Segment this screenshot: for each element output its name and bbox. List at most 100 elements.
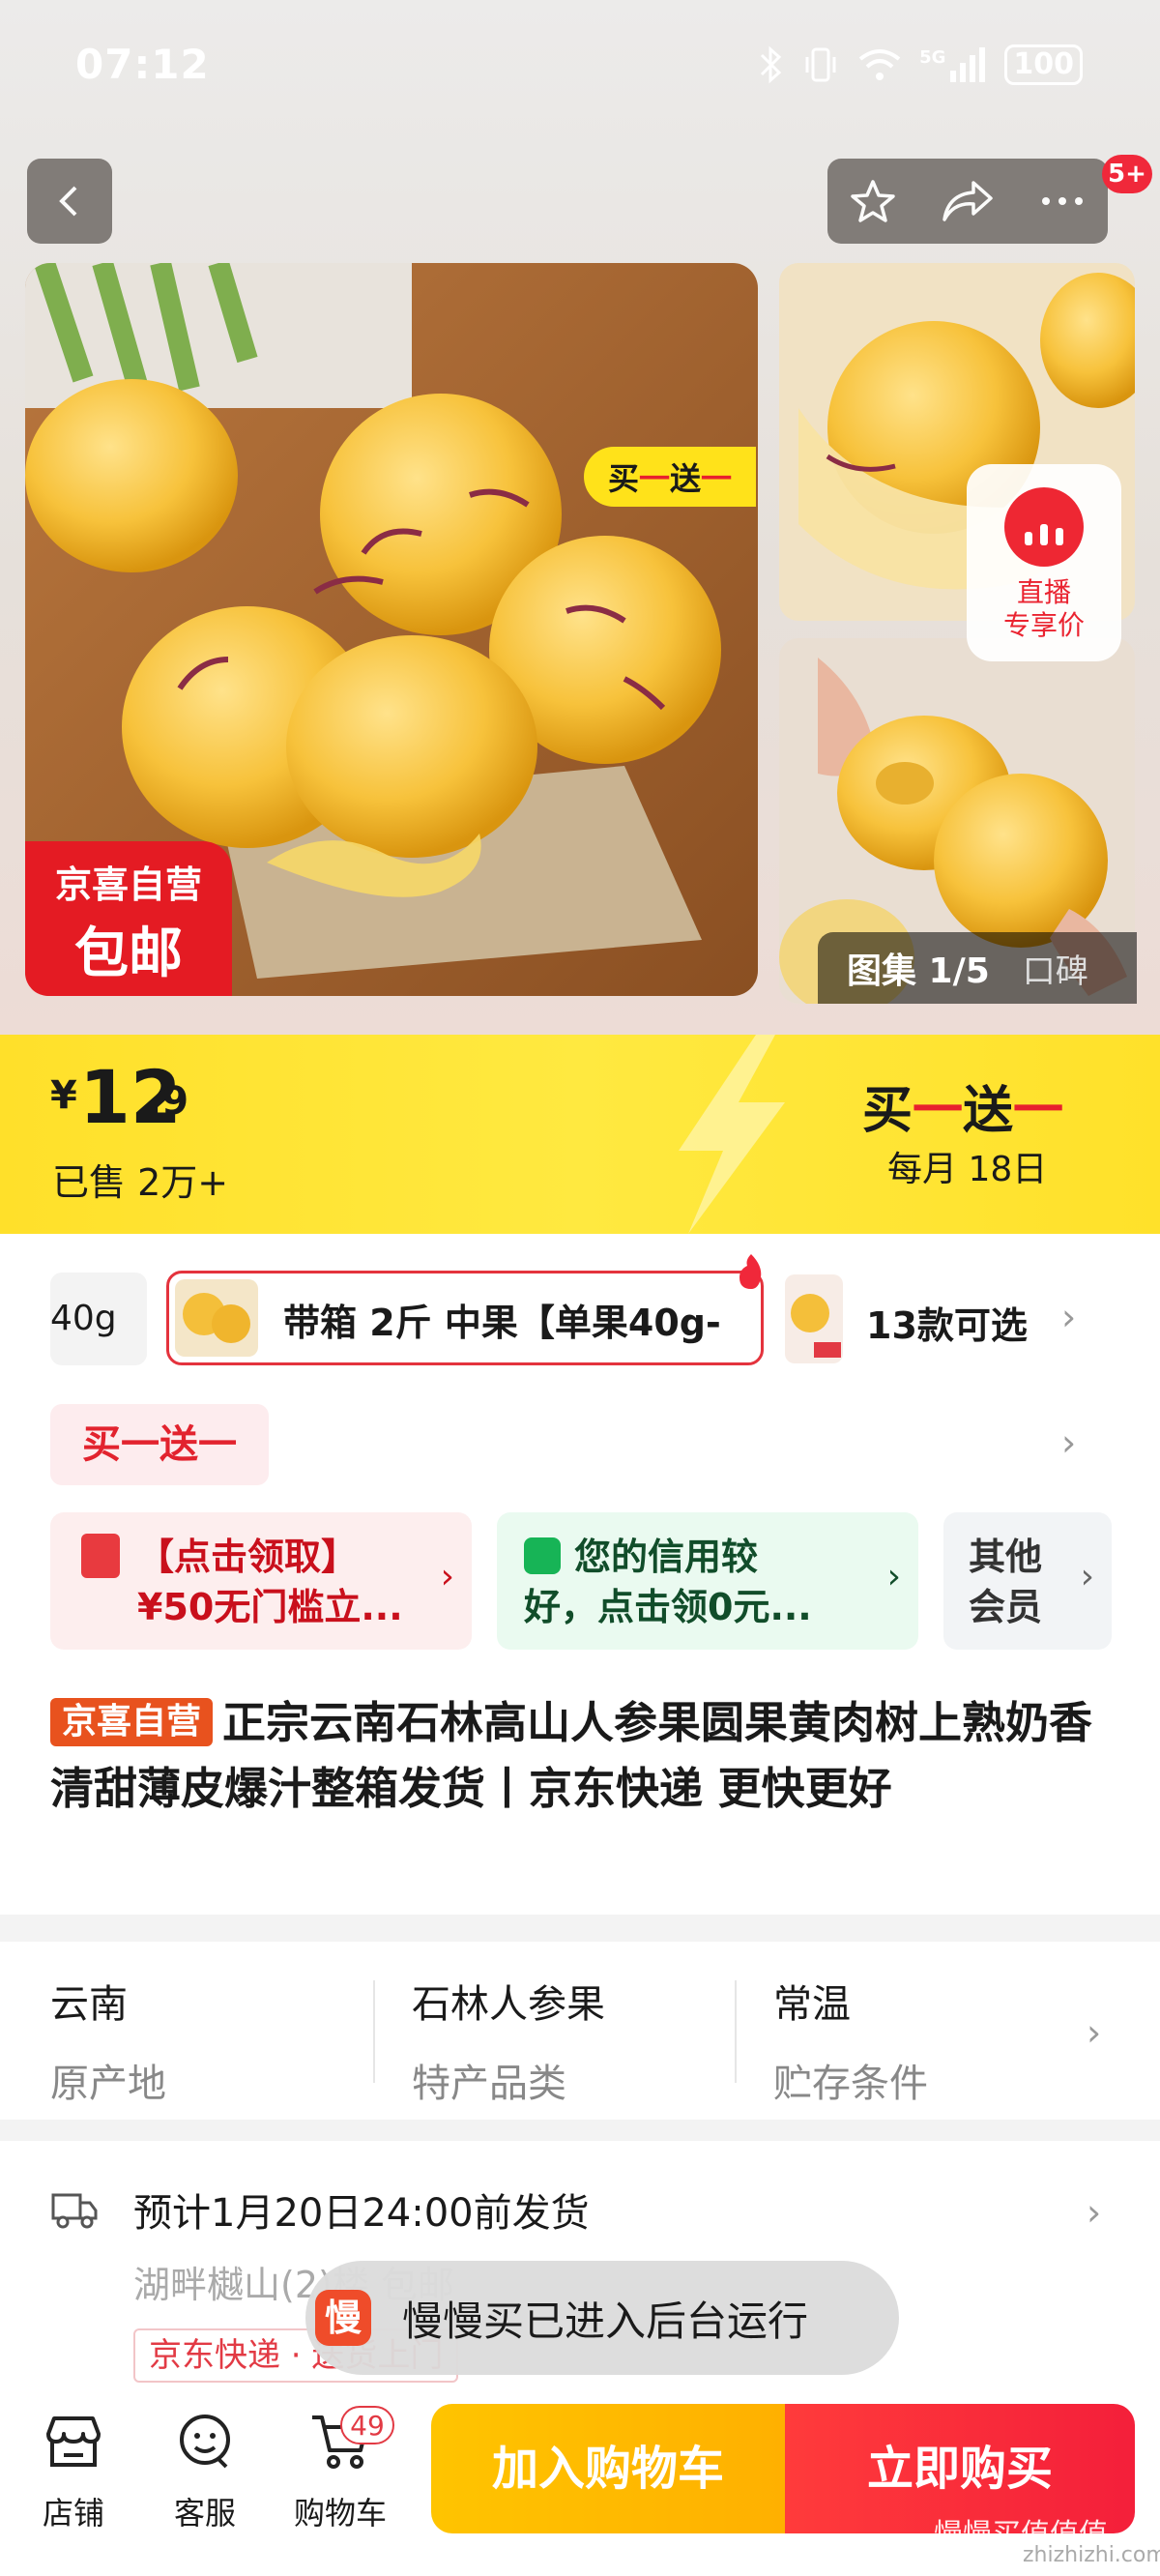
notification-badge: 5+ xyxy=(1102,155,1152,193)
spec-value: 云南 xyxy=(50,1982,128,2027)
promo-date: 每月 18日 xyxy=(887,1150,1048,1189)
variant-count[interactable]: 13款可选 xyxy=(866,1296,1028,1349)
promotion-chip[interactable]: 买一送一 xyxy=(50,1404,269,1485)
badge-line1: 京喜自营 xyxy=(54,864,202,906)
spec-key: 特产品类 xyxy=(412,2062,566,2106)
coupon-line1: 【点击领取】 xyxy=(137,1536,359,1578)
gallery-counter[interactable]: 图集 1/5 口碑 xyxy=(818,932,1137,1004)
store-icon xyxy=(15,2408,131,2475)
network-type: 5G xyxy=(919,47,946,68)
coupon-text: 其他 会员 xyxy=(969,1532,1042,1632)
variant-option-selected[interactable]: 带箱 2斤 中果【单果40g- xyxy=(166,1254,764,1365)
chevron-right-icon[interactable]: › xyxy=(1087,2191,1101,2234)
vibrate-icon xyxy=(801,45,840,84)
hot-fire-icon xyxy=(740,1254,762,1289)
back-button[interactable] xyxy=(27,159,112,244)
spec-value: 常温 xyxy=(773,1982,851,2027)
spec-category[interactable]: 石林人参果 特产品类 xyxy=(412,1973,605,2108)
cart-count-badge: 49 xyxy=(340,2406,394,2444)
shipping-estimate[interactable]: 预计1月20日24:00前发货 xyxy=(133,2181,590,2238)
promo-text: 买 xyxy=(862,1082,914,1140)
coupon-card-member[interactable]: 其他会员 › xyxy=(943,1512,1112,1650)
toast-message: 慢慢买已进入后台运行 xyxy=(402,2297,809,2345)
watermark-url: zhizhizhi.com xyxy=(1023,2543,1160,2567)
gallery-count: 图集 1/5 xyxy=(847,951,990,991)
header-toolbar xyxy=(827,159,1108,244)
variant-thumbnail xyxy=(175,1279,258,1357)
bogo-tag-text: 一 xyxy=(638,460,670,497)
background-running-toast: 慢 慢慢买已进入后台运行 xyxy=(305,2261,899,2375)
spec-key: 原产地 xyxy=(50,2062,166,2106)
spec-key: 贮存条件 xyxy=(773,2062,928,2106)
spec-origin[interactable]: 云南 原产地 xyxy=(50,1973,166,2108)
service-icon xyxy=(147,2408,263,2475)
badge-line2: 包邮 xyxy=(74,922,183,985)
shopping-bag-icon xyxy=(524,1537,561,1574)
variant-option[interactable]: 40g xyxy=(50,1273,147,1365)
bogo-image-tag: 买一送一 xyxy=(584,447,756,507)
coupon-card-discount[interactable]: 【点击领取】 ¥50无门槛立... › xyxy=(50,1512,472,1650)
spec-storage[interactable]: 常温 贮存条件 xyxy=(773,1973,928,2108)
status-bar: 07:12 5G 100 xyxy=(0,29,1160,106)
coupon-text: 您的信用较好，点击领0元... xyxy=(524,1532,812,1632)
favorite-button[interactable] xyxy=(849,177,897,225)
divider xyxy=(735,1980,737,2083)
coupon-line1: 其他 xyxy=(969,1536,1043,1578)
share-button[interactable] xyxy=(941,177,995,225)
chevron-right-icon[interactable]: › xyxy=(1061,1421,1076,1464)
truck-icon xyxy=(50,2187,99,2230)
price-currency: ¥ xyxy=(50,1073,77,1118)
chevron-right-icon: › xyxy=(440,1557,454,1596)
status-time: 07:12 xyxy=(75,41,210,88)
chevron-right-icon[interactable]: › xyxy=(1061,1296,1076,1338)
chevron-right-icon: › xyxy=(886,1557,901,1596)
product-title: 京喜自营 正宗云南石林高山人参果圆果黄肉树上熟奶香清甜薄皮爆汁整箱发货丨京东快递 … xyxy=(50,1690,1123,1822)
spec-value: 石林人参果 xyxy=(412,1982,605,2027)
cellular-signal-icon: 5G xyxy=(919,47,987,82)
add-to-cart-button[interactable]: 加入购物车 xyxy=(431,2404,785,2533)
live-icon xyxy=(1004,487,1084,567)
customer-service-button[interactable]: 客服 xyxy=(147,2408,263,2533)
more-dots-icon xyxy=(1041,197,1083,205)
live-label-line1: 直播 xyxy=(1016,576,1071,608)
cart-label: 购物车 xyxy=(293,2495,387,2532)
jingxi-free-shipping-badge: 京喜自营 包邮 xyxy=(25,841,232,996)
wifi-icon xyxy=(857,45,902,84)
jingxi-tag: 京喜自营 xyxy=(50,1698,214,1746)
chevron-left-icon xyxy=(59,186,77,217)
price-decimal: .9 xyxy=(147,1079,189,1124)
service-label: 客服 xyxy=(173,2495,236,2532)
coupon-line1: 您的信用较 xyxy=(574,1536,759,1578)
coupon-line2: ¥50无门槛立... xyxy=(137,1586,403,1628)
battery-icon: 100 xyxy=(1004,44,1083,85)
coupon-icon xyxy=(81,1534,120,1578)
coupon-line2: 好，点击领0元... xyxy=(524,1586,812,1628)
store-label: 店铺 xyxy=(42,2495,104,2532)
chevron-right-icon[interactable]: › xyxy=(1087,2011,1101,2054)
app-icon: 慢 xyxy=(315,2290,371,2346)
promo-text: 一 xyxy=(1013,1082,1064,1140)
bluetooth-icon xyxy=(759,45,784,84)
sold-count: 已售 2万+ xyxy=(52,1161,229,1204)
variant-label: 带箱 2斤 中果【单果40g- xyxy=(283,1302,721,1344)
lightning-icon xyxy=(679,1035,785,1234)
star-icon xyxy=(851,180,896,222)
battery-level: 100 xyxy=(1013,47,1074,81)
more-button[interactable] xyxy=(1038,191,1087,211)
reviews-tab[interactable]: 口碑 xyxy=(1023,945,1088,992)
share-icon xyxy=(942,181,993,221)
coupon-card-credit[interactable]: 您的信用较好，点击领0元... › xyxy=(497,1512,918,1650)
divider xyxy=(373,1980,375,2083)
chevron-right-icon: › xyxy=(1080,1557,1094,1596)
variant-option[interactable] xyxy=(785,1274,843,1363)
live-stream-price-card[interactable]: 直播 专享价 xyxy=(967,464,1121,661)
coupon-line2: 会员 xyxy=(969,1586,1043,1628)
variant-selector: 40g 带箱 2斤 中果【单果40g- 13款可选 › xyxy=(0,1254,1160,1369)
bogo-promo-title: 买一送一 xyxy=(862,1069,1063,1142)
live-label-line2: 专享价 xyxy=(1002,609,1085,641)
bogo-tag-text: 买 xyxy=(607,460,639,497)
coupon-text: 【点击领取】 ¥50无门槛立... xyxy=(137,1532,403,1632)
promo-text: 一 xyxy=(913,1082,964,1140)
bogo-tag-text: 一 xyxy=(701,460,733,497)
store-button[interactable]: 店铺 xyxy=(15,2408,131,2533)
